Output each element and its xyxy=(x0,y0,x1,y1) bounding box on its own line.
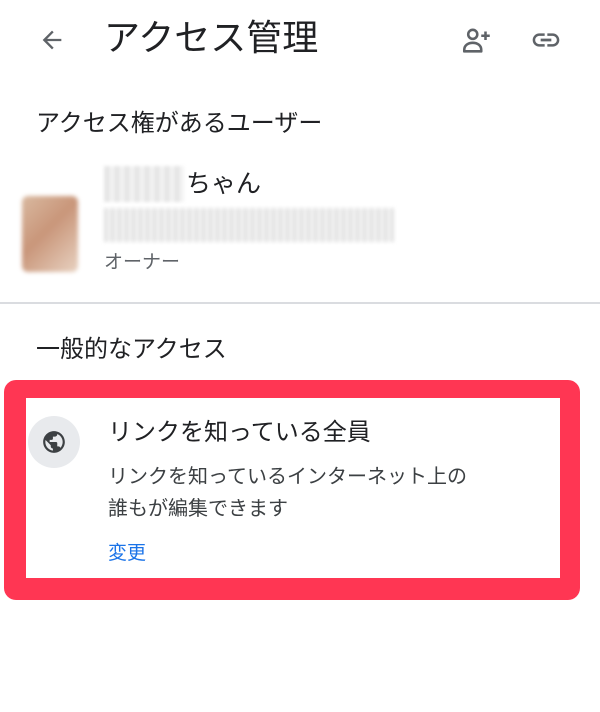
section-divider xyxy=(0,302,600,304)
user-name: ちゃん xyxy=(186,169,262,198)
change-access-link[interactable]: 変更 xyxy=(108,538,146,568)
general-access-card[interactable]: リンクを知っている全員 リンクを知っているインターネット上の 誰もが編集できます… xyxy=(26,398,560,578)
general-access-heading: 一般的なアクセス xyxy=(36,335,227,363)
copy-link-button[interactable] xyxy=(524,18,568,62)
users-with-access-heading: アクセス権があるユーザー xyxy=(36,109,323,137)
add-user-button[interactable] xyxy=(455,18,499,62)
user-email-redacted xyxy=(104,208,394,242)
access-description-line-1: リンクを知っているインターネット上の xyxy=(108,464,467,488)
arrow-back-icon xyxy=(42,30,62,50)
avatar xyxy=(22,196,78,272)
globe-icon-container xyxy=(28,416,80,468)
person-add-icon xyxy=(462,28,490,53)
top-app-bar: アクセス管理 xyxy=(0,0,600,80)
access-description-line-2: 誰もが編集できます xyxy=(108,496,288,520)
user-list-item[interactable]: ちゃん オーナー xyxy=(0,160,600,290)
link-icon xyxy=(532,33,560,47)
back-button[interactable] xyxy=(30,18,74,62)
access-level-title: リンクを知っている全員 xyxy=(108,418,371,446)
page-title: アクセス管理 xyxy=(104,18,319,59)
user-name-redacted xyxy=(104,166,184,202)
globe-icon xyxy=(43,431,65,453)
user-role: オーナー xyxy=(104,251,181,273)
access-level-description: リンクを知っているインターネット上の 誰もが編集できます xyxy=(108,460,548,524)
